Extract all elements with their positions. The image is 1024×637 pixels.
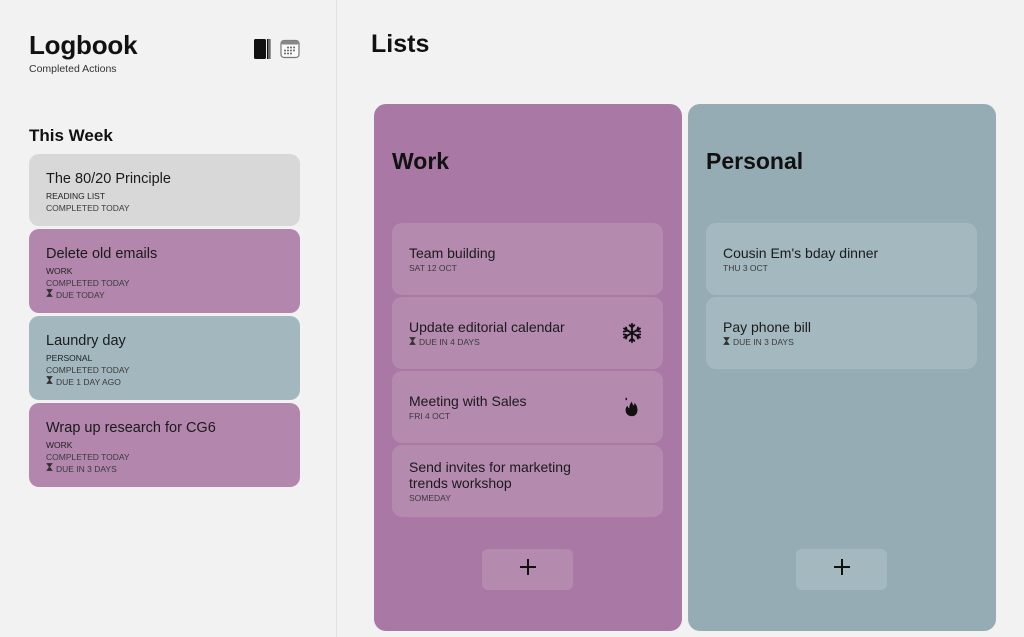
list-title: Personal xyxy=(706,148,804,174)
card-list-name: Work xyxy=(46,440,73,450)
card-due: Due Today xyxy=(46,289,283,301)
card-title: Delete old emails xyxy=(46,246,158,262)
task-card[interactable]: Meeting with Sales Fri 4 Oct xyxy=(392,371,663,443)
card-list-name: Reading List xyxy=(46,191,106,201)
task-meta-text: Someday xyxy=(409,493,451,503)
notebook-icon[interactable] xyxy=(252,38,272,60)
task-card[interactable]: Cousin Em's bday dinner Thu 3 Oct xyxy=(706,223,977,295)
add-task-button[interactable] xyxy=(796,549,887,590)
hourglass-icon xyxy=(723,337,730,347)
list-title: Work xyxy=(392,148,450,174)
fire-icon xyxy=(621,396,643,418)
calendar-icon[interactable] xyxy=(280,38,300,60)
task-title: Update editorial calendar xyxy=(409,319,565,335)
card-due: Due 1 Day Ago xyxy=(46,376,283,388)
lists-panel: Lists Work Team building Sat 12 Oct Update… xyxy=(338,0,1024,637)
task-title: Meeting with Sales xyxy=(409,393,527,409)
hourglass-icon xyxy=(46,463,53,475)
card-list-name: Work xyxy=(46,266,73,276)
task-meta: Thu 3 Oct xyxy=(723,263,960,273)
logbook-title: Logbook xyxy=(29,30,138,60)
task-meta: Fri 4 Oct xyxy=(409,411,646,421)
card-title: The 80/20 Principle xyxy=(46,171,171,187)
plus-icon xyxy=(832,557,852,582)
card-due-text: Due 1 Day Ago xyxy=(56,377,121,387)
logbook-card[interactable]: Delete old emails Work Completed Today Due … xyxy=(29,229,300,313)
card-completed-status: Completed Today xyxy=(46,365,130,375)
logbook-card[interactable]: The 80/20 Principle Reading List Completed… xyxy=(29,154,300,226)
task-list: Team building Sat 12 Oct Update editorial … xyxy=(392,223,663,517)
task-card[interactable]: Team building Sat 12 Oct xyxy=(392,223,663,295)
task-meta-text: Due in 4 Days xyxy=(419,337,480,347)
list-column-work: Work Team building Sat 12 Oct Update edito… xyxy=(374,104,682,631)
card-due-text: Due in 3 Days xyxy=(56,464,117,474)
hourglass-icon xyxy=(46,376,53,388)
logbook-sidebar: Logbook Completed Actions This Week The … xyxy=(0,0,337,637)
card-due: Due in 3 Days xyxy=(46,463,283,475)
card-completed-status: Completed Today xyxy=(46,278,130,288)
logbook-card[interactable]: Laundry day Personal Completed Today Due 1 … xyxy=(29,316,300,400)
task-meta: Someday xyxy=(409,493,646,503)
add-task-button[interactable] xyxy=(482,549,573,590)
hourglass-icon xyxy=(409,337,416,347)
task-meta: Due in 4 Days xyxy=(409,337,646,347)
task-meta-text: Due in 3 Days xyxy=(733,337,794,347)
section-title-this-week: This Week xyxy=(29,126,113,145)
task-card[interactable]: Update editorial calendar Due in 4 Days xyxy=(392,297,663,369)
task-meta-text: Fri 4 Oct xyxy=(409,411,451,421)
plus-icon xyxy=(518,557,538,582)
list-column-personal: Personal Cousin Em's bday dinner Thu 3 Oc… xyxy=(688,104,996,631)
logbook-list: The 80/20 Principle Reading List Completed… xyxy=(29,154,300,487)
task-title: Cousin Em's bday dinner xyxy=(723,245,879,261)
task-list: Cousin Em's bday dinner Thu 3 Oct Pay phon… xyxy=(706,223,977,369)
card-title: Wrap up research for CG6 xyxy=(46,420,216,436)
task-meta: Due in 3 Days xyxy=(723,337,960,347)
task-card[interactable]: Send invites for marketing trends worksh… xyxy=(392,445,663,517)
card-due-text: Due Today xyxy=(56,290,105,300)
logbook-subtitle: Completed Actions xyxy=(29,63,117,75)
task-meta: Sat 12 Oct xyxy=(409,263,646,273)
task-meta-text: Thu 3 Oct xyxy=(723,263,768,273)
hourglass-icon xyxy=(46,289,53,301)
snowflake-icon xyxy=(621,322,643,344)
card-list-name: Personal xyxy=(46,353,93,363)
task-title: Pay phone bill xyxy=(723,319,811,335)
view-toggle-group xyxy=(252,38,300,60)
card-completed-status: Completed Today xyxy=(46,452,130,462)
task-meta-text: Sat 12 Oct xyxy=(409,263,457,273)
task-card[interactable]: Pay phone bill Due in 3 Days xyxy=(706,297,977,369)
task-title: Send invites for marketing trends worksh… xyxy=(409,459,571,491)
logbook-card[interactable]: Wrap up research for CG6 Work Completed To… xyxy=(29,403,300,487)
lists-title: Lists xyxy=(371,30,430,58)
card-title: Laundry day xyxy=(46,333,126,349)
card-completed-status: Completed Today xyxy=(46,203,130,213)
task-title: Team building xyxy=(409,245,496,261)
